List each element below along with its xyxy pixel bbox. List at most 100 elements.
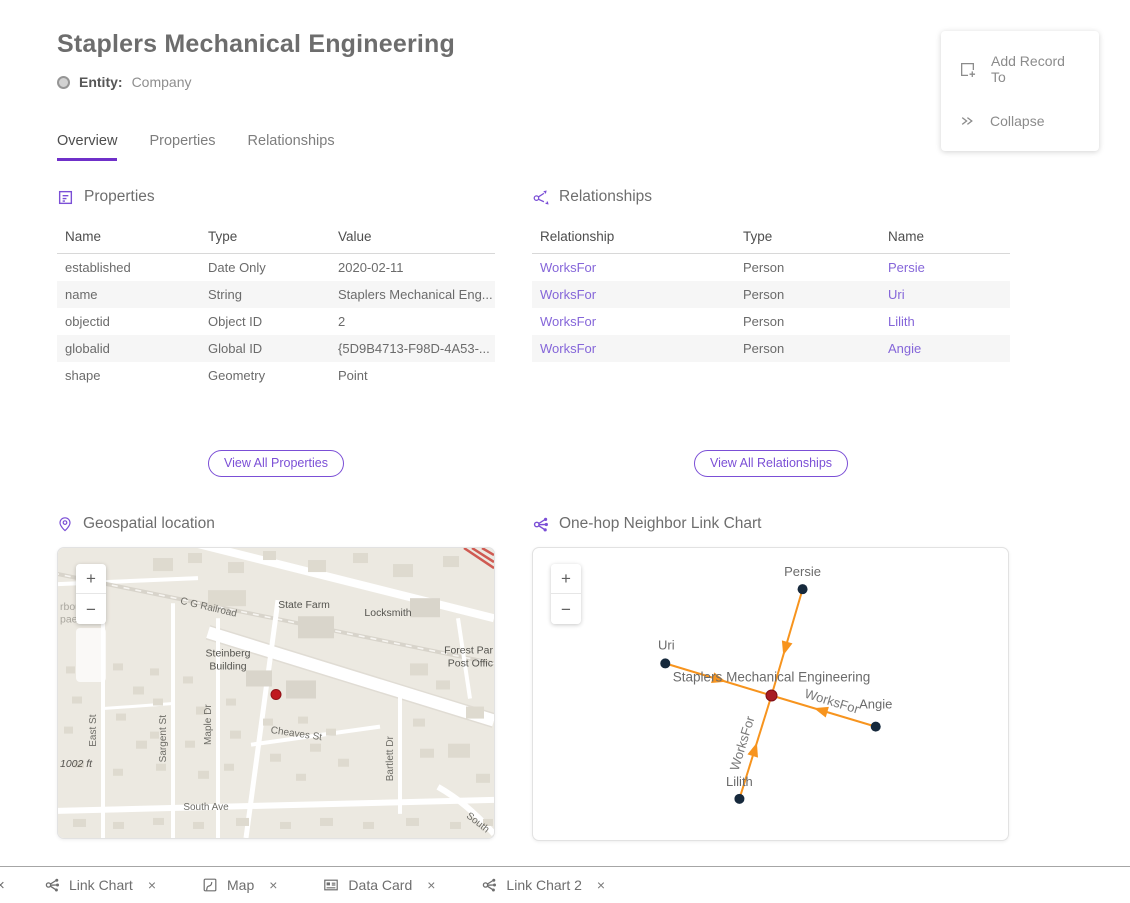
map-label: 1002 ft — [60, 758, 93, 770]
bottom-tab-map[interactable]: Map × — [202, 877, 277, 893]
table-header-row: Name Type Value — [57, 222, 495, 254]
tab-overview[interactable]: Overview — [57, 133, 117, 161]
bottom-tab-data-card[interactable]: Data Card × — [323, 877, 435, 893]
record-link[interactable]: Uri — [888, 287, 905, 302]
link-chart-zoom-control: + − — [551, 564, 581, 624]
table-cell: globalid — [57, 335, 200, 362]
close-icon[interactable]: × — [0, 877, 10, 894]
entity-data-card-page: Staplers Mechanical Engineering Entity: … — [0, 0, 1130, 903]
close-icon[interactable]: × — [427, 877, 435, 893]
table-cell: established — [57, 254, 200, 282]
view-tabs: Link Chart× Map × Data Card × Link Chart 2 × — [44, 877, 605, 893]
column-header: Type — [735, 222, 880, 254]
record-link[interactable]: WorksFor — [540, 341, 596, 356]
zoom-in-button[interactable]: + — [76, 564, 106, 594]
map-location-marker[interactable] — [271, 689, 281, 699]
link-chart-card[interactable]: WorksForWorksForPersieUriLilithAngieStap… — [532, 547, 1009, 841]
bottom-tab-label: Link Chart 2 — [506, 877, 581, 893]
entity-node[interactable] — [871, 722, 881, 732]
tab-properties[interactable]: Properties — [149, 133, 215, 161]
table-cell: Person — [735, 335, 880, 362]
zoom-out-button[interactable]: − — [551, 594, 581, 624]
close-icon[interactable]: × — [597, 877, 605, 893]
table-cell: Lilith — [880, 308, 1010, 335]
column-header: Value — [330, 222, 495, 254]
table-cell: 2 — [330, 308, 495, 335]
map-label: Forest Par — [444, 644, 493, 656]
record-link[interactable]: WorksFor — [540, 314, 596, 329]
link-chart-icon — [532, 516, 549, 533]
properties-table: Name Type Value establishedDate Only2020… — [57, 222, 495, 389]
record-link[interactable]: WorksFor — [540, 260, 596, 275]
bottom-tab-link-chart[interactable]: Link Chart× — [44, 877, 156, 893]
map-label: Steinberg — [206, 647, 251, 659]
map-label: Sargent St — [158, 715, 169, 763]
view-tab-bar: × Link Chart× Map × Data Card × Link Chart 2 × — [0, 866, 1130, 903]
table-row: nameStringStaplers Mechanical Eng... — [57, 281, 495, 308]
table-row: WorksForPersonUri — [532, 281, 1010, 308]
entity-node[interactable] — [660, 658, 670, 668]
entity-type-value: Company — [132, 74, 192, 90]
record-link[interactable]: Angie — [888, 341, 921, 356]
link-chart-icon — [44, 877, 60, 893]
collapse-icon — [959, 113, 975, 129]
record-link[interactable]: Persie — [888, 260, 925, 275]
table-cell: objectid — [57, 308, 200, 335]
table-cell: name — [57, 281, 200, 308]
menu-item-add-record-to[interactable]: Add Record To — [941, 39, 1099, 99]
entity-type-icon — [57, 76, 70, 89]
map-label: Post Offic — [448, 657, 493, 669]
table-cell: Uri — [880, 281, 1010, 308]
table-cell: Object ID — [200, 308, 330, 335]
table-cell: Staplers Mechanical Eng... — [330, 281, 495, 308]
record-link[interactable]: WorksFor — [540, 287, 596, 302]
zoom-in-button[interactable]: + — [551, 564, 581, 594]
table-cell: 2020-02-11 — [330, 254, 495, 282]
table-header-row: Relationship Type Name — [532, 222, 1010, 254]
table-row: globalidGlobal ID{5D9B4713-F98D-4A53-... — [57, 335, 495, 362]
close-icon[interactable]: × — [269, 877, 277, 893]
view-all-properties-button[interactable]: View All Properties — [208, 450, 344, 477]
view-all-relationships-button[interactable]: View All Relationships — [694, 450, 848, 477]
table-row: establishedDate Only2020-02-11 — [57, 254, 495, 282]
menu-item-collapse[interactable]: Collapse — [941, 99, 1099, 143]
properties-column: Properties Name Type Value establishedDa… — [57, 188, 495, 841]
menu-item-label: Add Record To — [991, 53, 1081, 85]
bottom-tab-label: Data Card — [348, 877, 412, 893]
menu-item-label: Collapse — [990, 113, 1044, 129]
entity-label: Entity: — [79, 74, 123, 90]
relationships-section-title: Relationships — [532, 188, 1010, 206]
bottom-tab-link-chart-2[interactable]: Link Chart 2 × — [481, 877, 605, 893]
map-card[interactable]: rbourpaedicsC G RailroadState FarmLocksm… — [57, 547, 495, 839]
table-cell: WorksFor — [532, 281, 735, 308]
map-label: Bartlett Dr — [385, 736, 396, 782]
relationships-icon — [532, 189, 549, 206]
entity-node[interactable] — [798, 584, 808, 594]
geospatial-section-title: Geospatial location — [57, 515, 495, 533]
node-label: Uri — [658, 637, 675, 652]
bottom-tab-label: Map — [227, 877, 254, 893]
link-chart-title-text: One-hop Neighbor Link Chart — [559, 515, 761, 533]
center-entity-node[interactable] — [766, 690, 777, 701]
node-label: Persie — [784, 564, 821, 579]
tab-relationships[interactable]: Relationships — [248, 133, 335, 161]
map-label: State Farm — [278, 599, 330, 611]
geospatial-title-text: Geospatial location — [83, 515, 215, 533]
data-card-icon — [323, 877, 339, 893]
table-row: WorksFor Person Angie — [532, 335, 1010, 362]
table-cell: Person — [735, 254, 880, 282]
overview-content: Properties Name Type Value establishedDa… — [57, 188, 1130, 841]
properties-icon — [57, 189, 74, 206]
link-chart-canvas[interactable]: WorksForWorksForPersieUriLilithAngieStap… — [533, 548, 1008, 840]
map-pin-icon — [57, 516, 73, 532]
close-icon[interactable]: × — [148, 877, 156, 893]
entity-node[interactable] — [734, 794, 744, 804]
map-canvas[interactable]: rbourpaedicsC G RailroadState FarmLocksm… — [58, 548, 494, 838]
map-label: East St — [88, 714, 99, 747]
record-link[interactable]: Lilith — [888, 314, 915, 329]
table-cell: Persie — [880, 254, 1010, 282]
center-node-label: Staplers Mechanical Engineering — [673, 669, 870, 684]
table-cell: Date Only — [200, 254, 330, 282]
zoom-out-button[interactable]: − — [76, 594, 106, 624]
table-row: WorksForPersonLilith — [532, 308, 1010, 335]
